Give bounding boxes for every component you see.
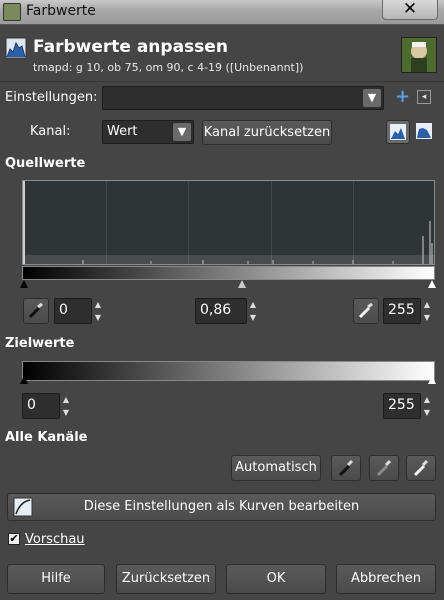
chevron-down-icon[interactable]: ▼ bbox=[363, 89, 381, 107]
window-title: Farbwerte bbox=[26, 3, 96, 19]
gamma-field[interactable]: 0,86 bbox=[195, 298, 247, 324]
edit-as-curves-label: Diese Einstellungen als Kurven bearbeite… bbox=[83, 499, 360, 514]
help-button[interactable]: Hilfe bbox=[7, 564, 105, 594]
add-preset-icon[interactable]: + bbox=[395, 86, 410, 107]
linear-histogram-button[interactable] bbox=[386, 120, 410, 144]
presets-label: Einstellungen: bbox=[5, 90, 98, 105]
levels-icon bbox=[5, 37, 27, 59]
channel-label: Kanal: bbox=[30, 124, 71, 139]
eyedropper-black-icon bbox=[28, 302, 43, 319]
high-output-spinner[interactable]: ▲ ▼ bbox=[421, 393, 433, 419]
histogram bbox=[22, 180, 435, 265]
low-output-handle[interactable] bbox=[20, 376, 28, 384]
low-input-field[interactable]: 0 bbox=[54, 298, 92, 324]
eyedropper-gray-icon bbox=[376, 459, 392, 477]
header-separator bbox=[0, 81, 444, 82]
close-button[interactable]: ✕ bbox=[382, 0, 438, 20]
chevron-down-icon[interactable]: ▼ bbox=[173, 123, 191, 141]
high-output-field[interactable]: 255 bbox=[383, 393, 421, 419]
eyedropper-white-icon bbox=[358, 302, 373, 319]
pick-white-all-button[interactable] bbox=[406, 455, 436, 481]
channel-value: Wert bbox=[107, 124, 138, 139]
preset-menu-icon[interactable]: ◂ bbox=[417, 90, 431, 104]
low-output-spinner[interactable]: ▲ ▼ bbox=[60, 393, 72, 419]
target-values-title: Zielwerte bbox=[5, 336, 75, 351]
high-output-handle[interactable] bbox=[428, 376, 436, 384]
gamma-handle[interactable] bbox=[238, 280, 246, 288]
reset-button[interactable]: Zurücksetzen bbox=[116, 564, 216, 594]
source-values-title: Quellwerte bbox=[5, 156, 86, 171]
dialog-title: Farbwerte anpassen bbox=[33, 37, 228, 57]
pick-white-point-button[interactable] bbox=[353, 298, 379, 324]
low-output-field[interactable]: 0 bbox=[22, 393, 60, 419]
auto-button[interactable]: Automatisch bbox=[231, 455, 321, 481]
input-gradient-bar bbox=[22, 266, 435, 280]
high-input-field[interactable]: 255 bbox=[383, 298, 421, 324]
presets-combo[interactable]: ▼ bbox=[102, 86, 384, 110]
input-sliders[interactable] bbox=[20, 280, 436, 290]
pick-gray-all-button[interactable] bbox=[369, 455, 399, 481]
close-icon: ✕ bbox=[402, 0, 418, 19]
low-input-spinner[interactable]: ▲ ▼ bbox=[92, 298, 104, 324]
eyedropper-white-icon bbox=[413, 459, 429, 477]
preview-checkbox[interactable]: ✔ bbox=[8, 533, 20, 545]
output-sliders[interactable] bbox=[20, 376, 436, 386]
logarithmic-histogram-button[interactable] bbox=[413, 120, 437, 144]
image-thumbnail bbox=[401, 37, 437, 73]
gimp-app-icon bbox=[3, 3, 21, 21]
high-input-spinner[interactable]: ▲ ▼ bbox=[421, 298, 433, 324]
linear-histogram-icon bbox=[390, 124, 406, 140]
channel-combo[interactable]: Wert ▼ bbox=[102, 120, 194, 144]
pick-black-all-button[interactable] bbox=[331, 455, 361, 481]
all-channels-title: Alle Kanäle bbox=[5, 430, 88, 445]
eyedropper-black-icon bbox=[338, 459, 354, 477]
low-input-handle[interactable] bbox=[20, 280, 28, 288]
high-input-handle[interactable] bbox=[428, 280, 436, 288]
logarithmic-histogram-icon bbox=[416, 123, 432, 139]
edit-as-curves-button[interactable]: Diese Einstellungen als Kurven bearbeite… bbox=[7, 493, 436, 521]
reset-channel-button[interactable]: Kanal zurücksetzen bbox=[202, 120, 332, 145]
dialog-subtitle: tmapd: g 10, ob 75, om 90, c 4-19 ([Unbe… bbox=[33, 61, 304, 74]
cancel-button[interactable]: Abbrechen bbox=[336, 564, 436, 594]
ok-button[interactable]: OK bbox=[226, 564, 326, 594]
curves-icon bbox=[13, 497, 33, 517]
gamma-spinner[interactable]: ▲ ▼ bbox=[247, 298, 259, 324]
pick-black-point-button[interactable] bbox=[23, 298, 49, 324]
preview-label[interactable]: Vorschau bbox=[25, 532, 85, 547]
